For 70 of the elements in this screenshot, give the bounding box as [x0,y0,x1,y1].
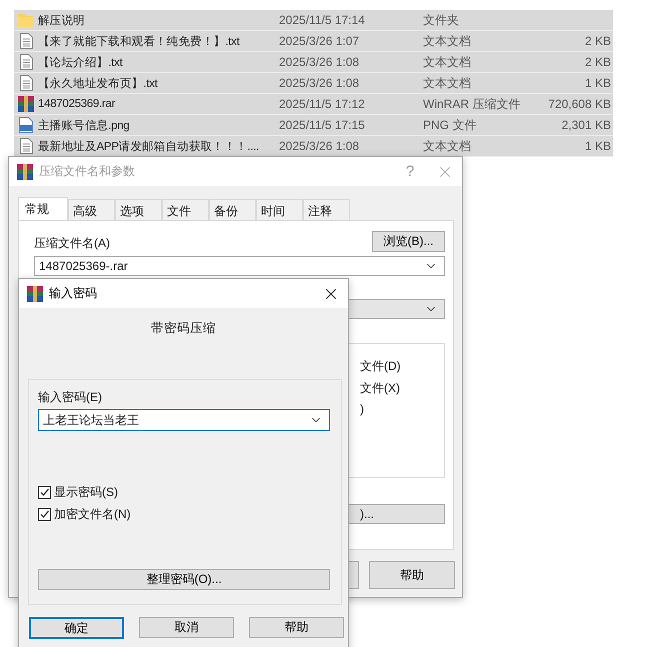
dialog-button[interactable]: 确定 [29,617,124,639]
file-date: 2025/3/26 1:08 [279,55,360,69]
tab[interactable]: 高级 [68,199,115,220]
file-date: 2025/3/26 1:07 [279,34,360,48]
app-icon [17,164,33,180]
document-icon [20,75,32,91]
document-icon [20,138,32,154]
window-title: 输入密码 [49,285,98,302]
file-date: 2025/11/5 17:15 [279,118,366,132]
field-label: 输入密码(E) [38,389,103,406]
file-size: 2 KB [584,55,611,69]
file-date: 2025/3/26 1:08 [279,76,360,90]
file-name: 1487025369.rar [38,98,116,110]
tab[interactable]: 文件 [162,199,209,220]
option-label: ) [360,402,364,416]
tab[interactable]: 常规 [18,197,68,221]
file-type: 文本文档 [423,74,472,92]
file-date: 2025/11/5 17:14 [279,13,366,27]
image-file-icon [19,117,33,133]
file-type: 文件夹 [423,12,460,28]
checkbox[interactable] [38,508,51,520]
file-row[interactable]: 1487025369.rar 2025/11/5 17:12 WinRAR 压缩文件 720,608 KB [14,94,613,115]
file-row[interactable]: 主播账号信息.png 2025/11/5 17:15 PNG 文件 2,301 KB [14,115,613,136]
window-title: 压缩文件名和参数 [39,163,136,180]
file-row[interactable]: 【论坛介绍】.txt 2025/3/26 1:08 文本文档 2 KB [14,52,613,73]
file-row[interactable]: 【永久地址发布页】.txt 2025/3/26 1:08 文本文档 1 KB [14,73,613,94]
file-name: 【来了就能下载和观看！纯免费！】.txt [38,34,241,48]
file-name: 【论坛介绍】.txt [38,56,124,70]
dialog-button[interactable]: 帮助 [249,617,344,638]
file-size: 1 KB [584,139,611,153]
file-type: 文本文档 [423,32,472,50]
checkbox[interactable] [38,486,51,498]
checkbox-label: 加密文件名(N) [54,506,131,522]
file-date: 2025/3/26 1:08 [279,139,360,153]
file-date: 2025/11/5 17:12 [279,97,366,111]
file-type: PNG 文件 [423,116,478,134]
tab[interactable]: 注释 [303,199,350,220]
file-row[interactable]: 解压说明 2025/11/5 17:14 文件夹 [14,10,613,31]
file-type: 文本文档 [423,138,472,154]
file-name: 【永久地址发布页】.txt [38,76,159,90]
browse-button[interactable]: 浏览(B)... [372,231,445,252]
file-size: 2,301 KB [560,118,611,132]
folder-icon [18,13,34,27]
dialog-button[interactable]: 取消 [139,617,234,638]
file-name: 最新地址及APP请发邮箱自动获取！！！.... [38,139,260,154]
file-size: 720,608 KB [547,97,611,111]
password-field[interactable]: 上老王论坛当老王 [38,409,330,431]
field-label: 压缩文件名(A) [34,235,110,252]
file-name: 主播账号信息.png [38,118,130,132]
dialog-heading: 带密码压缩 [150,320,217,337]
archive-icon [18,96,34,112]
checkbox-label: 显示密码(S) [54,484,118,500]
app-icon [27,286,43,302]
tab[interactable]: 选项 [115,199,162,220]
document-icon [20,54,32,70]
tab[interactable]: 备份 [209,199,256,220]
organize-button[interactable]: 整理密码(O)... [38,569,330,590]
file-type: 文本文档 [423,54,472,70]
file-row[interactable]: 最新地址及APP请发邮箱自动获取！！！.... 2025/3/26 1:08 文本文档 1 KB [14,136,613,157]
document-icon [20,33,32,49]
option-label: 文件(X) [360,380,400,397]
file-row[interactable]: 【来了就能下载和观看！纯免费！】.txt 2025/3/26 1:07 文本文档 2 KB [14,31,613,52]
tab[interactable]: 时间 [256,199,303,220]
file-size: 1 KB [584,76,611,90]
file-size: 2 KB [584,34,611,48]
help-button[interactable]: 帮助 [369,561,455,589]
option-label: 文件(D) [360,358,401,375]
file-name: 解压说明 [38,14,86,28]
file-type: WinRAR 压缩文件 [423,96,522,112]
archive-name-field[interactable]: 1487025369-.rar [34,256,445,276]
